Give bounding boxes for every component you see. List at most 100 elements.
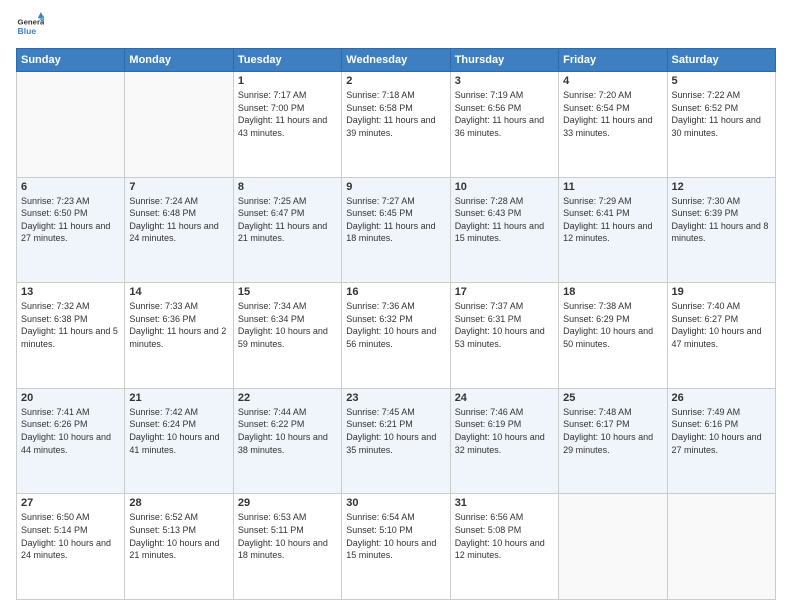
logo-icon: General Blue [16, 12, 44, 40]
day-content: Sunrise: 7:49 AM Sunset: 6:16 PM Dayligh… [672, 406, 771, 456]
calendar-cell: 18 Sunrise: 7:38 AM Sunset: 6:29 PM Dayli… [559, 283, 667, 389]
calendar-cell: 2Sunrise: 7:18 AM Sunset: 6:58 PM Daylig… [342, 72, 450, 178]
calendar-cell: 7 Sunrise: 7:24 AM Sunset: 6:48 PM Daylig… [125, 177, 233, 283]
calendar-cell: 19 Sunrise: 7:40 AM Sunset: 6:27 PM Dayli… [667, 283, 775, 389]
day-number: 5 [672, 75, 771, 87]
calendar-cell: 28 Sunrise: 6:52 AM Sunset: 5:13 PM Dayli… [125, 494, 233, 600]
calendar-day-header: Saturday [667, 49, 775, 72]
calendar-cell: 31 Sunrise: 6:56 AM Sunset: 5:08 PM Dayli… [450, 494, 558, 600]
day-content: Sunrise: 6:56 AM Sunset: 5:08 PM Dayligh… [455, 511, 554, 561]
calendar-day-header: Tuesday [233, 49, 341, 72]
day-number: 22 [238, 392, 337, 404]
day-number: 7 [129, 181, 228, 193]
calendar-week-row: 13 Sunrise: 7:32 AM Sunset: 6:38 PM Dayli… [17, 283, 776, 389]
day-content: Sunrise: 7:33 AM Sunset: 6:36 PM Dayligh… [129, 300, 228, 350]
day-number: 13 [21, 286, 120, 298]
calendar-cell: 17 Sunrise: 7:37 AM Sunset: 6:31 PM Dayli… [450, 283, 558, 389]
day-content: Sunrise: 7:24 AM Sunset: 6:48 PM Dayligh… [129, 195, 228, 245]
calendar-week-row: 27 Sunrise: 6:50 AM Sunset: 5:14 PM Dayli… [17, 494, 776, 600]
day-number: 19 [672, 286, 771, 298]
calendar-day-header: Friday [559, 49, 667, 72]
day-number: 14 [129, 286, 228, 298]
day-number: 10 [455, 181, 554, 193]
day-content: Sunrise: 7:19 AM Sunset: 6:56 PM Dayligh… [455, 89, 554, 139]
day-number: 29 [238, 497, 337, 509]
calendar-cell: 26Sunrise: 7:49 AM Sunset: 6:16 PM Dayli… [667, 388, 775, 494]
day-content: Sunrise: 6:53 AM Sunset: 5:11 PM Dayligh… [238, 511, 337, 561]
calendar-cell: 12 Sunrise: 7:30 AM Sunset: 6:39 PM Dayli… [667, 177, 775, 283]
calendar-day-header: Wednesday [342, 49, 450, 72]
day-content: Sunrise: 7:48 AM Sunset: 6:17 PM Dayligh… [563, 406, 662, 456]
calendar-cell: 10 Sunrise: 7:28 AM Sunset: 6:43 PM Dayli… [450, 177, 558, 283]
day-content: Sunrise: 7:46 AM Sunset: 6:19 PM Dayligh… [455, 406, 554, 456]
calendar-table: SundayMondayTuesdayWednesdayThursdayFrid… [16, 48, 776, 600]
calendar-cell: 14 Sunrise: 7:33 AM Sunset: 6:36 PM Dayli… [125, 283, 233, 389]
day-number: 24 [455, 392, 554, 404]
day-number: 23 [346, 392, 445, 404]
calendar-week-row: 20 Sunrise: 7:41 AM Sunset: 6:26 PM Dayli… [17, 388, 776, 494]
day-content: Sunrise: 7:29 AM Sunset: 6:41 PM Dayligh… [563, 195, 662, 245]
svg-text:Blue: Blue [18, 26, 37, 36]
day-content: Sunrise: 7:27 AM Sunset: 6:45 PM Dayligh… [346, 195, 445, 245]
day-number: 12 [672, 181, 771, 193]
day-number: 21 [129, 392, 228, 404]
day-number: 18 [563, 286, 662, 298]
day-content: Sunrise: 7:45 AM Sunset: 6:21 PM Dayligh… [346, 406, 445, 456]
day-content: Sunrise: 7:34 AM Sunset: 6:34 PM Dayligh… [238, 300, 337, 350]
calendar-day-header: Sunday [17, 49, 125, 72]
day-content: Sunrise: 7:30 AM Sunset: 6:39 PM Dayligh… [672, 195, 771, 245]
day-number: 17 [455, 286, 554, 298]
day-content: Sunrise: 6:52 AM Sunset: 5:13 PM Dayligh… [129, 511, 228, 561]
day-content: Sunrise: 7:38 AM Sunset: 6:29 PM Dayligh… [563, 300, 662, 350]
calendar-cell: 13 Sunrise: 7:32 AM Sunset: 6:38 PM Dayli… [17, 283, 125, 389]
calendar-week-row: 6Sunrise: 7:23 AM Sunset: 6:50 PM Daylig… [17, 177, 776, 283]
calendar-cell: 20 Sunrise: 7:41 AM Sunset: 6:26 PM Dayli… [17, 388, 125, 494]
day-number: 3 [455, 75, 554, 87]
calendar-cell: 1 Sunrise: 7:17 AM Sunset: 7:00 PM Daylig… [233, 72, 341, 178]
calendar-cell: 30 Sunrise: 6:54 AM Sunset: 5:10 PM Dayli… [342, 494, 450, 600]
day-content: Sunrise: 7:32 AM Sunset: 6:38 PM Dayligh… [21, 300, 120, 350]
day-number: 25 [563, 392, 662, 404]
day-number: 28 [129, 497, 228, 509]
day-content: Sunrise: 7:40 AM Sunset: 6:27 PM Dayligh… [672, 300, 771, 350]
day-content: Sunrise: 7:28 AM Sunset: 6:43 PM Dayligh… [455, 195, 554, 245]
calendar-cell [559, 494, 667, 600]
calendar-cell: 24 Sunrise: 7:46 AM Sunset: 6:19 PM Dayli… [450, 388, 558, 494]
day-number: 1 [238, 75, 337, 87]
day-number: 15 [238, 286, 337, 298]
calendar-cell [125, 72, 233, 178]
calendar-cell: 25 Sunrise: 7:48 AM Sunset: 6:17 PM Dayli… [559, 388, 667, 494]
day-number: 16 [346, 286, 445, 298]
calendar-week-row: 1 Sunrise: 7:17 AM Sunset: 7:00 PM Daylig… [17, 72, 776, 178]
day-content: Sunrise: 7:20 AM Sunset: 6:54 PM Dayligh… [563, 89, 662, 139]
day-number: 27 [21, 497, 120, 509]
day-number: 31 [455, 497, 554, 509]
page-header: General Blue [16, 12, 776, 40]
day-content: Sunrise: 7:37 AM Sunset: 6:31 PM Dayligh… [455, 300, 554, 350]
calendar-cell: 15 Sunrise: 7:34 AM Sunset: 6:34 PM Dayli… [233, 283, 341, 389]
day-number: 9 [346, 181, 445, 193]
day-content: Sunrise: 6:50 AM Sunset: 5:14 PM Dayligh… [21, 511, 120, 561]
calendar-cell: 29 Sunrise: 6:53 AM Sunset: 5:11 PM Dayli… [233, 494, 341, 600]
calendar-cell: 5Sunrise: 7:22 AM Sunset: 6:52 PM Daylig… [667, 72, 775, 178]
calendar-cell: 27 Sunrise: 6:50 AM Sunset: 5:14 PM Dayli… [17, 494, 125, 600]
calendar-cell: 11 Sunrise: 7:29 AM Sunset: 6:41 PM Dayli… [559, 177, 667, 283]
day-content: Sunrise: 7:36 AM Sunset: 6:32 PM Dayligh… [346, 300, 445, 350]
calendar-cell: 22Sunrise: 7:44 AM Sunset: 6:22 PM Dayli… [233, 388, 341, 494]
day-content: Sunrise: 7:18 AM Sunset: 6:58 PM Dayligh… [346, 89, 445, 139]
calendar-cell: 4 Sunrise: 7:20 AM Sunset: 6:54 PM Daylig… [559, 72, 667, 178]
calendar-header-row: SundayMondayTuesdayWednesdayThursdayFrid… [17, 49, 776, 72]
calendar-cell: 16 Sunrise: 7:36 AM Sunset: 6:32 PM Dayli… [342, 283, 450, 389]
calendar-cell: 3 Sunrise: 7:19 AM Sunset: 6:56 PM Daylig… [450, 72, 558, 178]
day-content: Sunrise: 7:42 AM Sunset: 6:24 PM Dayligh… [129, 406, 228, 456]
day-number: 30 [346, 497, 445, 509]
day-number: 4 [563, 75, 662, 87]
logo: General Blue [16, 12, 48, 40]
day-content: Sunrise: 7:41 AM Sunset: 6:26 PM Dayligh… [21, 406, 120, 456]
day-number: 11 [563, 181, 662, 193]
day-content: Sunrise: 6:54 AM Sunset: 5:10 PM Dayligh… [346, 511, 445, 561]
day-number: 20 [21, 392, 120, 404]
calendar-cell: 8Sunrise: 7:25 AM Sunset: 6:47 PM Daylig… [233, 177, 341, 283]
day-number: 6 [21, 181, 120, 193]
day-content: Sunrise: 7:17 AM Sunset: 7:00 PM Dayligh… [238, 89, 337, 139]
